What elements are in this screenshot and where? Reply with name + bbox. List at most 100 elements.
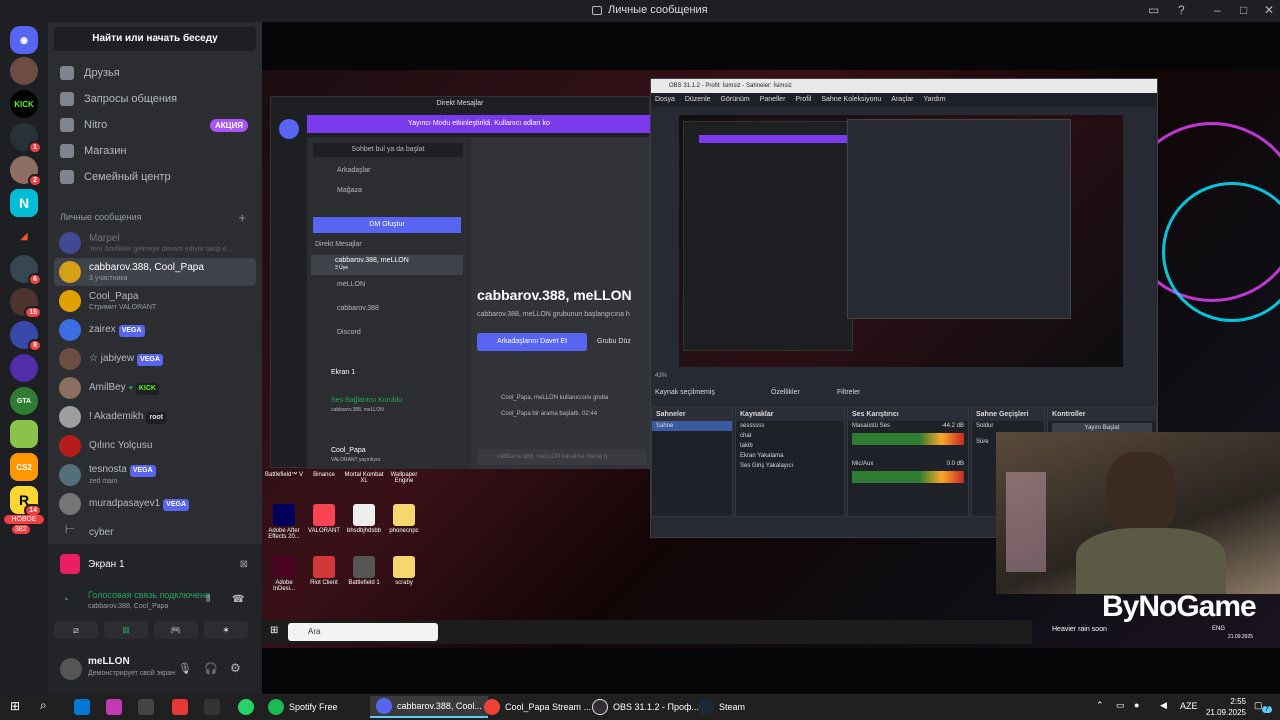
spotify-icon: [268, 699, 284, 715]
soundboard-button[interactable]: ✶: [204, 621, 248, 639]
taskbar-app-steam[interactable]: Steam: [692, 696, 751, 718]
dm-item[interactable]: Qılınc Yolçusu: [54, 432, 256, 460]
capcut-icon[interactable]: [204, 699, 220, 715]
dm-item[interactable]: muradpasayev1 VEGA: [54, 490, 256, 518]
maximize-button[interactable]: □: [1240, 3, 1247, 17]
activity-button[interactable]: 🎮: [154, 621, 198, 639]
user-name[interactable]: meLLON: [88, 656, 130, 667]
server-icon[interactable]: ◢: [10, 222, 38, 250]
desktop-icon-label: Riot Client: [310, 580, 338, 586]
popout-icon[interactable]: ⊠: [240, 559, 248, 570]
avatar: [59, 348, 81, 370]
windows-search: Ara: [288, 623, 438, 641]
server-icon[interactable]: 1: [10, 123, 42, 154]
server-icon[interactable]: 8: [10, 321, 42, 352]
nav-shop[interactable]: Магазин: [54, 138, 256, 164]
dm-item[interactable]: tesnosta VEGA zed main: [54, 461, 256, 489]
inbox-button[interactable]: ▭: [1148, 3, 1159, 17]
server-icon[interactable]: [10, 420, 38, 448]
webcam-overlay: [996, 432, 1280, 594]
desktop-icon-label: Mortal Kombat XL: [344, 472, 384, 484]
taskbar-app-chrome[interactable]: Cool_Papa Stream ...: [478, 696, 597, 718]
desktop-icon-label: scraby: [395, 580, 413, 586]
server-icon[interactable]: R 14: [10, 486, 42, 517]
microphone-icon[interactable]: 🎙: [178, 662, 192, 675]
discord-home-icon[interactable]: ◉: [10, 26, 38, 54]
server-icon[interactable]: N: [10, 189, 38, 217]
windows-start-icon[interactable]: ⊞: [10, 699, 20, 713]
copilot-icon[interactable]: [106, 699, 122, 715]
app-icon[interactable]: [172, 699, 188, 715]
server-icon[interactable]: 6: [10, 255, 42, 286]
guild-tag: VEGA: [163, 498, 189, 511]
dm-item[interactable]: Cool_Papa Стримит VALORANT: [54, 287, 256, 315]
whatsapp-icon[interactable]: [238, 699, 254, 715]
nav-label: Запросы общения: [84, 93, 178, 105]
guild-tag: VEGA: [118, 324, 145, 337]
stream-view[interactable]: Direkt Mesajlar Yayıncı Modu etkinleştir…: [262, 22, 1280, 694]
stream-preview-bar[interactable]: Экран 1 ⊠: [48, 544, 262, 584]
share-screen-button[interactable]: ⊠: [104, 621, 148, 639]
nav-message-requests[interactable]: Запросы общения: [54, 86, 256, 112]
server-icon[interactable]: [10, 354, 38, 382]
taskbar-app-discord[interactable]: cabbarov.388, Cool...: [370, 696, 488, 718]
server-icon[interactable]: GTA: [10, 387, 38, 415]
network-icon[interactable]: ▭: [1116, 700, 1125, 711]
dm-item[interactable]: zairex VEGA: [54, 316, 256, 344]
disconnect-icon[interactable]: ☎: [232, 594, 244, 605]
streamer-mode-banner: Yayıncı Modu etkinleştirildi. Kullanıcı …: [307, 115, 651, 133]
nav-friends[interactable]: Друзья: [54, 60, 256, 86]
dm-item-active[interactable]: cabbarov.388, Cool_Papa 3 участника: [54, 258, 256, 286]
nav-label: Друзья: [84, 67, 120, 79]
file-icon: [353, 504, 375, 526]
search-icon[interactable]: ⌕: [40, 698, 47, 713]
help-icon[interactable]: ?: [1178, 3, 1185, 17]
microphone-icon[interactable]: ●: [1134, 700, 1139, 710]
noise-suppression-icon[interactable]: ⫴: [206, 594, 210, 605]
inner-dm-sidebar: Sohbet bul ya da başlat Arkadaşlar Mağaz…: [307, 137, 471, 469]
speaker-icon[interactable]: ◀: [1160, 700, 1167, 711]
clock[interactable]: 2:55 21.09.2025: [1206, 696, 1246, 718]
tray-chevron-icon[interactable]: ⌃: [1096, 700, 1104, 711]
cs2-server-icon[interactable]: CS2: [10, 453, 38, 481]
server-icon[interactable]: 15: [10, 288, 42, 319]
search-input[interactable]: Найти или начать беседу: [54, 27, 256, 51]
dm-item[interactable]: Marpel Yeni özellikler gelmeye devam ediy…: [54, 229, 256, 257]
server-icon[interactable]: 2: [10, 156, 42, 187]
dm-item[interactable]: ☆ jabiyew VEGA: [54, 345, 256, 373]
dm-item[interactable]: ! Akademikh root: [54, 403, 256, 431]
pc-case: [1006, 472, 1046, 572]
avatar: [59, 435, 81, 457]
inbox-icon: [592, 5, 602, 15]
gear-icon[interactable]: ⚙: [230, 661, 241, 675]
dm-item[interactable]: AmilBey ♥ KICK: [54, 374, 256, 402]
new-badge[interactable]: НОВОЕ: [4, 515, 44, 524]
desktop-icon-label: Binance: [313, 472, 335, 478]
minimize-button[interactable]: –: [1214, 3, 1221, 17]
camera-off-button[interactable]: ⧄: [54, 621, 98, 639]
file-explorer-icon[interactable]: [74, 699, 90, 715]
headphones-icon[interactable]: 🎧: [204, 662, 218, 675]
nav-nitro[interactable]: Nitro АКЦИЯ: [54, 112, 256, 138]
taskbar-app-spotify[interactable]: Spotify Free: [262, 696, 344, 718]
store-icon[interactable]: [138, 699, 154, 715]
close-button[interactable]: ✕: [1264, 3, 1274, 17]
signal-icon: ◔: [62, 594, 69, 606]
nav-family-center[interactable]: Семейный центр: [54, 164, 256, 190]
inner-chat: cabbarov.388, meLLON cabbarov.388, meLLO…: [471, 137, 651, 469]
server-icon[interactable]: [10, 57, 38, 85]
notification-count: 7: [1262, 706, 1272, 713]
stream-thumb-icon: [60, 554, 80, 574]
friends-icon: [60, 66, 74, 80]
heart-icon: ♥: [128, 384, 133, 392]
envelope-icon: [60, 92, 74, 106]
voice-status[interactable]: Голосовая связь подключена: [88, 590, 210, 600]
kick-server-icon[interactable]: KICK: [10, 90, 38, 118]
language-indicator[interactable]: AZE: [1180, 701, 1198, 711]
taskbar-app-obs[interactable]: OBS 31.1.2 - Проф...: [586, 696, 705, 718]
dm-item[interactable]: ⊢ cyber: [54, 519, 256, 547]
indesign-icon: [273, 556, 295, 578]
add-dm-icon[interactable]: +: [238, 210, 246, 225]
streamed-windows-taskbar: ⊞ Ara: [262, 620, 1032, 644]
user-avatar[interactable]: [60, 658, 82, 680]
